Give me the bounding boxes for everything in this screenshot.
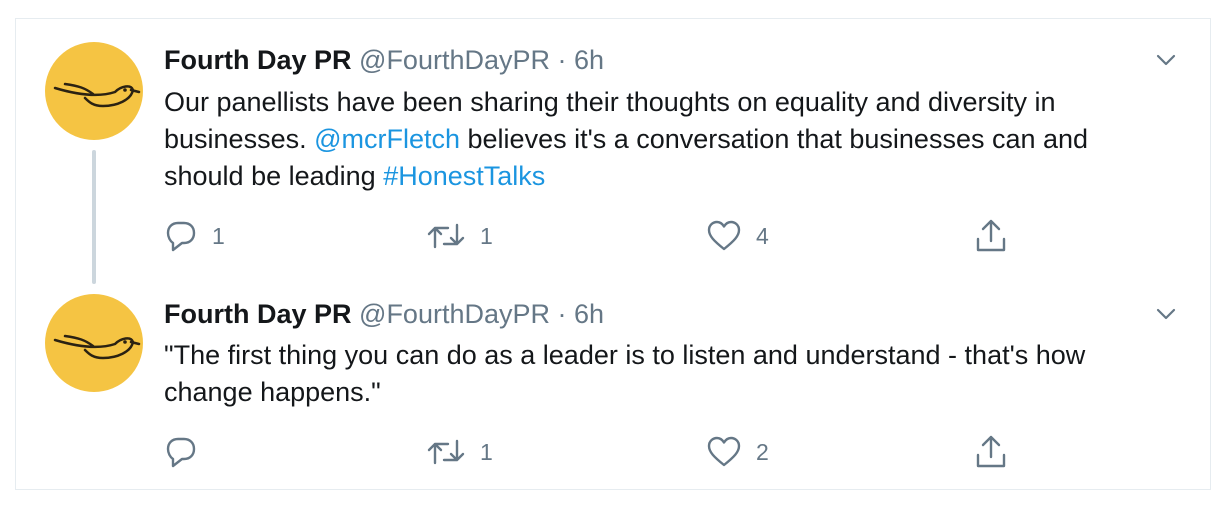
share-button[interactable] bbox=[974, 216, 1008, 256]
heart-icon bbox=[707, 220, 741, 251]
tweet-header: Fourth Day PR @FourthDayPR · 6h bbox=[164, 298, 604, 330]
reply-count: 1 bbox=[212, 222, 225, 249]
tweet-header: Fourth Day PR @FourthDayPR · 6h bbox=[164, 44, 604, 76]
bird-logo-icon bbox=[53, 82, 141, 108]
like-button[interactable]: 4 bbox=[706, 216, 769, 256]
tweet-actions: 1 1 4 bbox=[164, 216, 1064, 256]
reply-button[interactable]: 1 bbox=[164, 216, 225, 256]
handle[interactable]: @FourthDayPR bbox=[359, 299, 550, 329]
retweet-icon bbox=[427, 223, 465, 249]
timestamp[interactable]: 6h bbox=[574, 45, 604, 75]
retweet-count: 1 bbox=[480, 438, 493, 465]
like-button[interactable]: 2 bbox=[706, 432, 769, 472]
display-name[interactable]: Fourth Day PR bbox=[164, 299, 352, 329]
like-count: 4 bbox=[756, 222, 769, 249]
retweet-icon bbox=[427, 439, 465, 465]
timestamp[interactable]: 6h bbox=[574, 299, 604, 329]
share-icon bbox=[976, 219, 1006, 252]
share-icon bbox=[976, 435, 1006, 468]
separator: · bbox=[557, 299, 567, 329]
thread-line bbox=[92, 150, 96, 284]
retweet-button[interactable]: 1 bbox=[426, 216, 493, 256]
avatar[interactable] bbox=[45, 294, 143, 392]
handle[interactable]: @FourthDayPR bbox=[359, 45, 550, 75]
reply-icon bbox=[166, 221, 196, 252]
hashtag-link[interactable]: #HonestTalks bbox=[383, 161, 545, 191]
bird-logo-icon bbox=[53, 334, 141, 360]
share-button[interactable] bbox=[974, 432, 1008, 472]
retweet-count: 1 bbox=[480, 222, 493, 249]
display-name[interactable]: Fourth Day PR bbox=[164, 45, 352, 75]
mention-link[interactable]: @mcrFletch bbox=[314, 124, 460, 154]
like-count: 2 bbox=[756, 438, 769, 465]
reply-icon bbox=[166, 437, 196, 468]
heart-icon bbox=[707, 436, 741, 467]
chevron-down-icon[interactable] bbox=[1152, 300, 1180, 328]
reply-button[interactable] bbox=[164, 432, 212, 472]
avatar[interactable] bbox=[45, 42, 143, 140]
tweet-text: "The first thing you can do as a leader … bbox=[164, 340, 1086, 407]
tweet-actions: 1 2 bbox=[164, 432, 1064, 472]
retweet-button[interactable]: 1 bbox=[426, 432, 493, 472]
tweet-text: Our panellists have been sharing their t… bbox=[164, 84, 1174, 195]
separator: · bbox=[557, 45, 567, 75]
chevron-down-icon[interactable] bbox=[1152, 46, 1180, 74]
